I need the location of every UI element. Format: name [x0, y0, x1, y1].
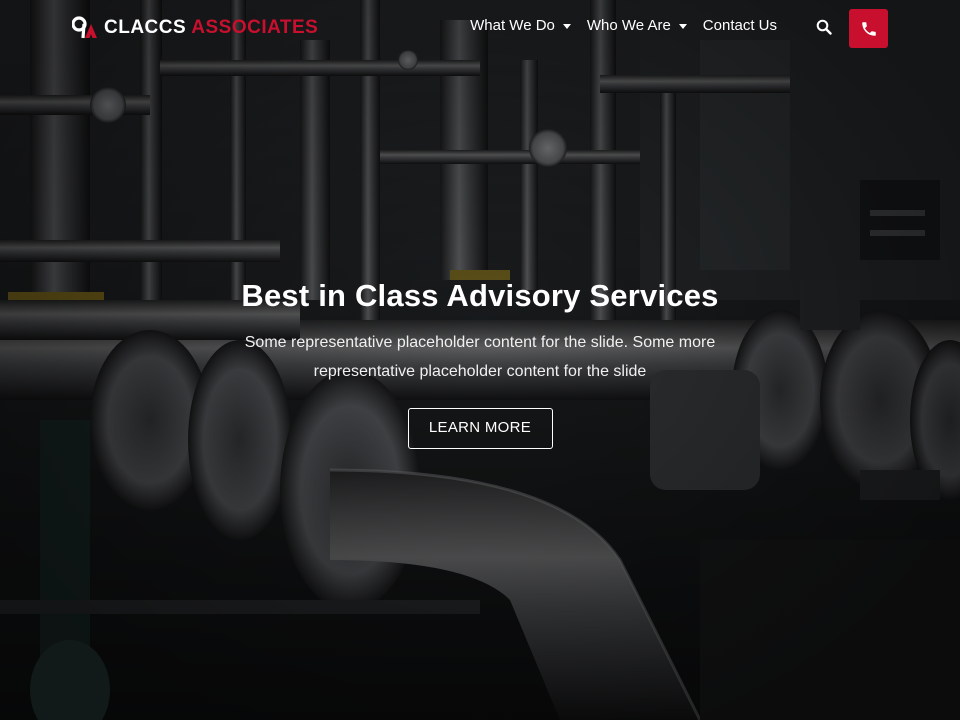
brand-name-secondary: ASSOCIATES: [191, 17, 319, 38]
nav-item-contact-us[interactable]: Contact Us: [695, 17, 785, 34]
caret-down-icon: [562, 23, 571, 29]
nav-item-label: Contact Us: [702, 17, 777, 34]
nav-item-label: Who We Are: [586, 17, 671, 34]
learn-more-button[interactable]: LEARN MORE: [407, 408, 553, 449]
hero-description: Some representative placeholder content …: [244, 334, 716, 380]
claccs-logo-icon: [72, 16, 97, 39]
nav-menu: What We Do Who We Are Contact Us: [462, 17, 785, 34]
brand-name: CLACCS ASSOCIATES: [104, 17, 318, 39]
navbar: CLACCS ASSOCIATES What We Do Who We Are …: [0, 0, 960, 56]
brand-logo-link[interactable]: CLACCS ASSOCIATES: [72, 16, 318, 40]
hero-title: Best in Class Advisory Services: [241, 278, 719, 313]
nav-item-what-we-do[interactable]: What We Do: [462, 17, 579, 34]
brand-name-primary: CLACCS: [104, 17, 187, 38]
phone-button[interactable]: [849, 9, 888, 48]
search-button[interactable]: [814, 17, 834, 37]
phone-icon: [861, 21, 876, 36]
hero-slide-caption: Best in Class Advisory Services Some rep…: [0, 276, 960, 449]
nav-item-who-we-are[interactable]: Who We Are: [579, 17, 695, 34]
nav-item-label: What We Do: [470, 17, 555, 34]
search-icon: [816, 19, 832, 35]
caret-down-icon: [678, 23, 687, 29]
